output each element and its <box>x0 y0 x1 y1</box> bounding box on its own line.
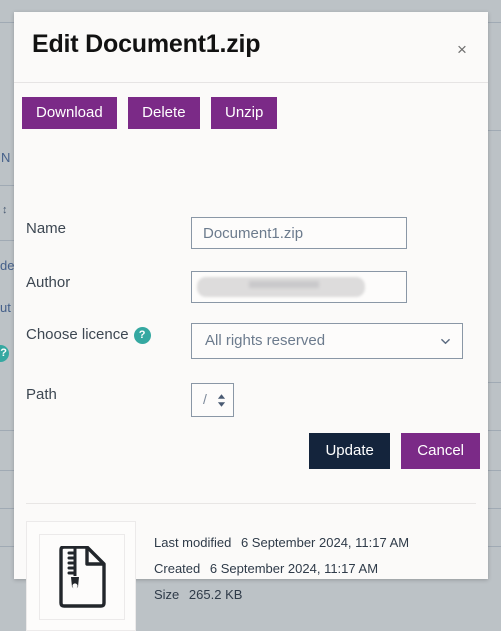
dialog-title: Edit Document1.zip <box>32 30 260 59</box>
section-divider <box>26 503 476 504</box>
action-button-bar: Download Delete Unzip <box>22 97 284 129</box>
background-help-icon: ? <box>0 345 9 362</box>
background-row-divider <box>486 508 501 509</box>
background-row-divider <box>0 470 14 471</box>
author-label: Author <box>26 274 70 291</box>
name-input[interactable] <box>191 217 407 249</box>
path-selected-value: / <box>203 391 207 407</box>
field-row-author: Author <box>14 271 488 301</box>
background-row-divider <box>0 508 14 509</box>
dialog-footer-actions: Update Cancel <box>309 433 480 469</box>
download-button[interactable]: Download <box>22 97 117 129</box>
field-row-name: Name <box>14 217 488 247</box>
background-row-divider <box>486 130 501 131</box>
file-thumbnail <box>26 521 136 631</box>
background-row-divider <box>486 546 501 547</box>
metadata-row-created: Created 6 September 2024, 11:17 AM <box>154 561 409 576</box>
background-text-fragment: N <box>1 150 14 165</box>
licence-label: Choose licence? <box>26 326 151 344</box>
help-icon[interactable]: ? <box>134 327 151 344</box>
background-spinner-icon: ↕ <box>2 204 7 216</box>
background-row-divider <box>486 470 501 471</box>
licence-select[interactable]: All rights reserved <box>191 323 463 359</box>
metadata-key: Created <box>154 561 200 576</box>
file-metadata-list: Last modified 6 September 2024, 11:17 AM… <box>154 535 409 613</box>
metadata-row-size: Size 265.2 KB <box>154 587 409 602</box>
redaction-mark <box>197 277 365 297</box>
file-info-section: Last modified 6 September 2024, 11:17 AM… <box>14 521 488 631</box>
metadata-row-last-modified: Last modified 6 September 2024, 11:17 AM <box>154 535 409 550</box>
background-row-divider <box>486 22 501 23</box>
metadata-value: 265.2 KB <box>189 587 243 602</box>
updown-arrows-icon <box>217 393 226 408</box>
field-row-path: Path / <box>14 383 488 413</box>
background-row-divider <box>486 430 501 431</box>
delete-button[interactable]: Delete <box>128 97 199 129</box>
update-button[interactable]: Update <box>309 433 389 469</box>
licence-selected-value: All rights reserved <box>205 332 325 349</box>
path-label: Path <box>26 386 57 403</box>
licence-label-text: Choose licence <box>26 326 129 343</box>
edit-file-dialog: Edit Document1.zip × Download Delete Unz… <box>14 12 488 579</box>
dialog-header: Edit Document1.zip × <box>14 12 488 83</box>
background-text-fragment: ut <box>0 300 14 315</box>
zip-file-icon <box>56 546 108 608</box>
metadata-value: 6 September 2024, 11:17 AM <box>210 561 378 576</box>
background-row-divider <box>0 22 14 23</box>
path-select[interactable]: / <box>191 383 234 417</box>
background-row-divider <box>0 546 14 547</box>
metadata-key: Size <box>154 587 179 602</box>
cancel-button[interactable]: Cancel <box>401 433 480 469</box>
background-row-divider <box>0 185 14 186</box>
author-input[interactable] <box>191 271 407 303</box>
background-row-divider <box>0 430 14 431</box>
background-row-divider <box>486 382 501 383</box>
unzip-button[interactable]: Unzip <box>211 97 277 129</box>
name-label: Name <box>26 220 66 237</box>
field-row-licence: Choose licence? All rights reserved <box>14 323 488 353</box>
metadata-key: Last modified <box>154 535 231 550</box>
chevron-down-icon <box>441 337 450 346</box>
background-text-fragment: de <box>0 258 14 273</box>
metadata-value: 6 September 2024, 11:17 AM <box>241 535 409 550</box>
background-row-divider <box>0 240 14 241</box>
close-icon[interactable]: × <box>452 40 472 60</box>
file-thumbnail-frame <box>39 534 125 620</box>
